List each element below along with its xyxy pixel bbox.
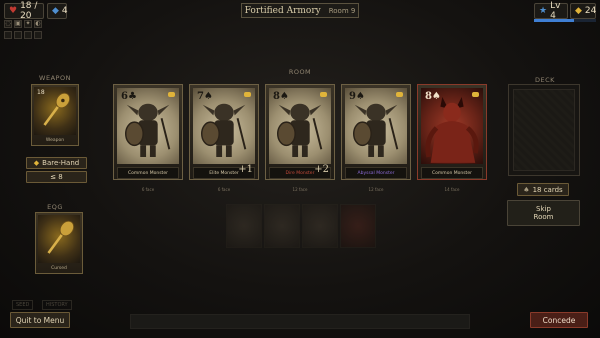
weapon-limit-label: ≤ 8 (50, 173, 63, 181)
card-value: 8♠ (425, 91, 441, 102)
room-number: Room 9 (328, 6, 356, 15)
bare-hand-button[interactable]: ◆ Bare-Hand (26, 157, 87, 169)
status-icon[interactable]: ◐ (34, 20, 42, 28)
room-card[interactable]: 7♠ Elite Monster +1 6 face (189, 84, 259, 192)
health-value: 18 / 20 (20, 1, 38, 21)
level-value: Lv 4 (550, 1, 561, 21)
location-name: Fortified Armory (244, 5, 321, 16)
card-face-text: 12 face (292, 187, 308, 192)
status-icons-row-2 (4, 31, 42, 39)
weapon-limit-button[interactable]: ≤ 8 (26, 171, 87, 183)
card-face-text: 14 face (444, 187, 460, 192)
monster-art: 8♠ (269, 88, 331, 164)
deck-card-back (513, 89, 575, 171)
status-icon[interactable] (14, 31, 22, 39)
shield-counter: ◆ 4 (47, 3, 68, 19)
fist-icon: ◆ (33, 159, 40, 167)
status-icon[interactable]: ▣ (14, 20, 22, 28)
status-icon[interactable]: ◌ (4, 20, 12, 28)
room-card[interactable]: 6♣ Common Monster 6 face (113, 84, 183, 192)
fist-icon (244, 92, 251, 97)
fist-icon (472, 92, 479, 97)
status-icon[interactable] (4, 31, 12, 39)
status-icons-row: ◌ ▣ ✦ ◐ (4, 20, 42, 28)
quit-to-menu-button[interactable]: Quit to Menu (10, 312, 70, 328)
card-face-text: 6 face (217, 187, 231, 192)
history-tab[interactable]: HISTORY (42, 300, 72, 310)
gold-counter: ◆ 24 (570, 3, 596, 19)
faded-card (302, 204, 338, 248)
weapon-art: 18 (34, 87, 76, 135)
monster-art: 8♠ (421, 88, 483, 164)
fist-icon (168, 92, 175, 97)
level-icon: ★ (539, 6, 548, 16)
faded-card (226, 204, 262, 248)
room-label: ROOM (288, 68, 312, 76)
deck-count: 18 cards (532, 185, 563, 194)
shield-value: 4 (61, 6, 68, 16)
weapon-label: WEAPON (39, 74, 71, 82)
monster-art: 7♠ (193, 88, 255, 164)
monster-name: Common Monster (421, 167, 483, 179)
location-title: Fortified Armory Room 9 (241, 3, 359, 18)
xp-bar (534, 19, 596, 22)
room-card[interactable]: 9♠ Abyssal Monster 12 face (341, 84, 411, 192)
deck-count-badge: ♠ 18 cards (517, 183, 569, 196)
fist-icon (320, 92, 327, 97)
monster-name: Common Monster (117, 167, 179, 179)
card-value: 7♠ (197, 91, 213, 102)
health-counter: ♥ 18 / 20 (4, 1, 44, 21)
card-value: 8♠ (273, 91, 289, 102)
weapon-card-value: 18 (37, 89, 45, 96)
level-counter: ★ Lv 4 (534, 1, 568, 21)
monster-name: Abyssal Monster (345, 167, 407, 179)
faded-card (340, 204, 376, 248)
status-icon[interactable]: ✦ (24, 20, 32, 28)
skip-room-line2: Room (533, 213, 554, 221)
faded-card (264, 204, 300, 248)
bare-hand-label: Bare-Hand (42, 159, 80, 167)
skip-room-button[interactable]: Skip Room (507, 200, 580, 226)
seed-tab[interactable]: SEED (12, 300, 34, 310)
gold-value: 24 (584, 6, 597, 16)
card-bonus: +2 (314, 164, 329, 175)
monster-art: 9♠ (345, 88, 407, 164)
monster-art: 6♣ (117, 88, 179, 164)
room-card[interactable]: 8♠ Common Monster 14 face (417, 84, 487, 192)
weapon-card-caption: Weapon (45, 138, 65, 143)
weapon-card[interactable]: 18 Weapon (31, 84, 79, 146)
status-icon[interactable] (34, 31, 42, 39)
shield-icon: ◆ (52, 6, 59, 16)
equip-card[interactable]: Cursed (35, 212, 83, 274)
fist-icon (396, 92, 403, 97)
heart-icon: ♥ (9, 6, 18, 16)
card-bonus: +1 (238, 164, 253, 175)
card-face-text: 6 face (141, 187, 155, 192)
card-value: 6♣ (121, 91, 137, 102)
skip-room-line1: Skip (536, 205, 551, 213)
concede-button[interactable]: Concede (530, 312, 588, 328)
room-card[interactable]: 8♠ Dire Monster +2 12 face (265, 84, 335, 192)
xp-bar-fill (534, 19, 575, 22)
gold-icon: ◆ (575, 6, 582, 16)
status-icon[interactable] (24, 31, 32, 39)
deck-label: DECK (535, 76, 555, 84)
equip-card-caption: Cursed (51, 266, 67, 271)
equip-label: EQG (47, 203, 63, 211)
cards-icon: ♠ (523, 185, 530, 194)
deck-pile[interactable] (508, 84, 580, 176)
message-bar (130, 314, 470, 329)
card-face-text: 12 face (368, 187, 384, 192)
equip-art (38, 215, 80, 263)
card-value: 9♠ (349, 91, 365, 102)
